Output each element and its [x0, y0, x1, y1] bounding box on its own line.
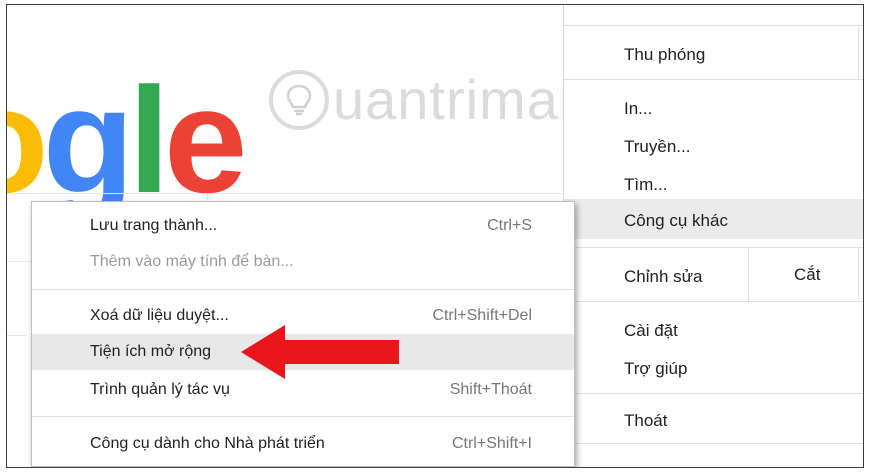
menu-item-label: Trình quản lý tác vụ: [90, 381, 230, 398]
zoom-item[interactable]: Thu phóng: [624, 45, 705, 65]
chrome-main-menu: Thu phóng In... Truyền... Tìm... Công cụ…: [563, 5, 863, 467]
print-item[interactable]: In...: [624, 99, 652, 119]
menu-item-label: Xoá dữ liệu duyệt...: [90, 307, 229, 324]
exit-item[interactable]: Thoát: [624, 411, 667, 431]
menu-separator: [858, 247, 859, 301]
menu-item-label: Thêm vào máy tính để bàn...: [90, 253, 294, 270]
screenshot-frame: ogle uantrimang Thu phóng In... Truyền..…: [6, 4, 864, 468]
menu-separator: [32, 416, 574, 417]
more-tools-item[interactable]: Công cụ khác: [624, 211, 728, 231]
menu-separator: [564, 393, 863, 394]
menu-item-label: Công cụ dành cho Nhà phát triển: [90, 435, 325, 452]
menu-item-shortcut: Ctrl+S: [487, 217, 532, 234]
add-to-desktop-item: Thêm vào máy tính để bàn...: [32, 244, 574, 280]
menu-separator: [32, 289, 574, 290]
menu-item-label: Tiện ích mở rộng: [90, 343, 212, 360]
menu-separator: [858, 25, 859, 79]
save-page-item[interactable]: Lưu trang thành... Ctrl+S: [32, 208, 574, 244]
lightbulb-icon: [269, 69, 329, 130]
page-divider: [7, 193, 563, 194]
cast-item[interactable]: Truyền...: [624, 137, 690, 157]
menu-separator: [564, 79, 863, 80]
settings-item[interactable]: Cài đặt: [624, 321, 678, 341]
menu-separator: [564, 301, 863, 302]
menu-separator: [748, 247, 749, 301]
menu-item-shortcut: Ctrl+Shift+I: [451, 435, 532, 452]
find-item[interactable]: Tìm...: [624, 175, 667, 195]
menu-separator: [564, 25, 863, 26]
menu-separator: [564, 443, 863, 444]
menu-item-shortcut: Ctrl+Shift+Del: [432, 307, 532, 324]
page-divider: [7, 335, 27, 336]
edit-item: Chỉnh sửa: [624, 267, 703, 286]
menu-item-label: Lưu trang thành...: [90, 217, 218, 234]
menu-separator: [564, 247, 863, 248]
help-item[interactable]: Trợ giúp: [624, 359, 687, 379]
developer-tools-item[interactable]: Công cụ dành cho Nhà phát triển Ctrl+Shi…: [32, 426, 574, 462]
menu-item-shortcut: Shift+Thoát: [449, 381, 532, 398]
red-arrow-icon: [241, 325, 399, 379]
cut-button[interactable]: Cắt: [794, 265, 820, 285]
